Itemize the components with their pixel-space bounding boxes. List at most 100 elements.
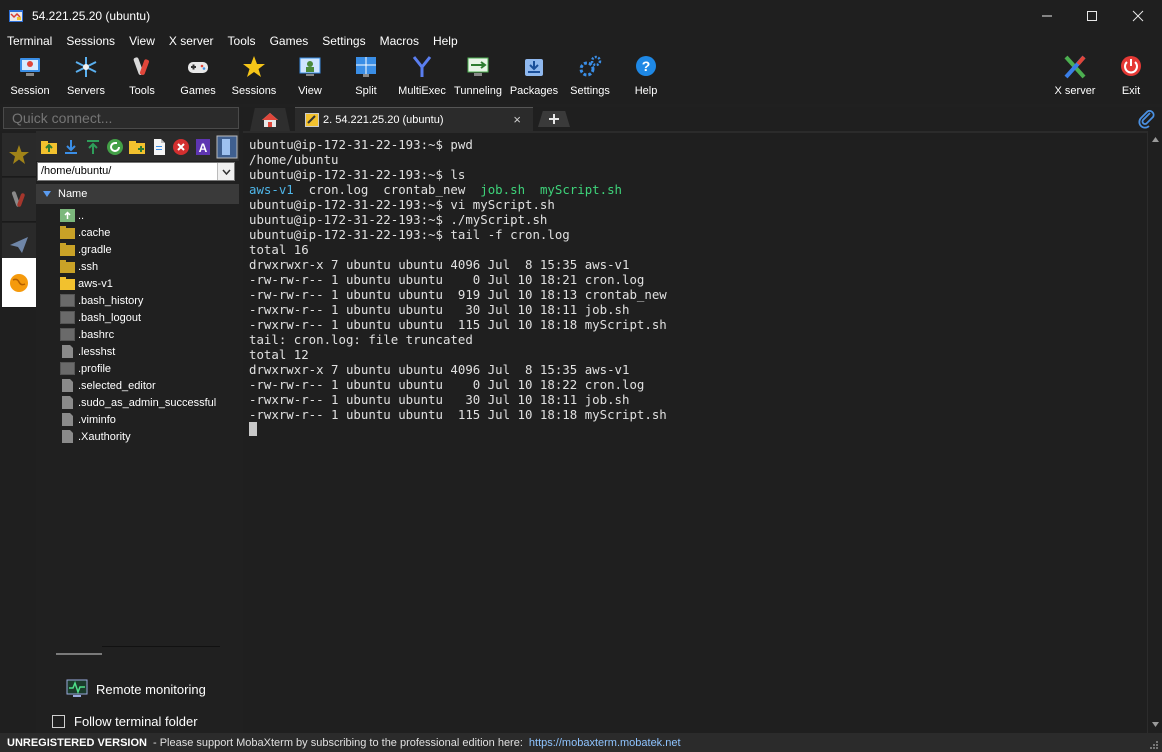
file-icon (60, 328, 75, 341)
delete-icon[interactable] (172, 138, 190, 156)
terminal-output[interactable]: ubuntu@ip-172-31-22-193:~$ pwd/home/ubun… (243, 131, 1147, 733)
file-list-item[interactable]: .lesshst (60, 343, 115, 360)
file-icon (60, 362, 75, 375)
view-button[interactable]: View (282, 52, 338, 102)
remote-monitoring-button[interactable]: Remote monitoring (66, 679, 206, 699)
help-icon: ? (636, 56, 656, 76)
divider (102, 646, 220, 647)
star-icon (243, 56, 265, 77)
support-message: - Please support MobaXterm by subscribin… (152, 736, 523, 749)
file-name: .lesshst (78, 345, 116, 358)
exit-button[interactable]: Exit (1103, 52, 1159, 102)
close-window-button[interactable] (1115, 0, 1161, 32)
file-list-item[interactable]: .cache (60, 224, 110, 241)
sessions-button[interactable]: Sessions (226, 52, 282, 102)
terminal-text: ubuntu@ip-172-31-22-193:~$ ls (249, 167, 466, 182)
menu-terminal[interactable]: Terminal (0, 34, 59, 48)
menu-games[interactable]: Games (263, 34, 316, 48)
help-button[interactable]: ? Help (618, 52, 674, 102)
file-list-item[interactable]: .. (60, 207, 84, 224)
menu-settings[interactable]: Settings (315, 34, 372, 48)
monitor-graph-icon (66, 679, 88, 697)
tab-session-ubuntu[interactable]: 2. 54.221.25.20 (ubuntu) × (295, 107, 533, 131)
refresh-icon[interactable] (106, 138, 124, 156)
menu-x-server[interactable]: X server (162, 34, 221, 48)
menu-macros[interactable]: Macros (373, 34, 426, 48)
terminal-text: -rwxrw-r-- 1 ubuntu ubuntu 30 Jul 10 18:… (249, 392, 630, 407)
folder-icon (60, 277, 75, 290)
tunneling-button[interactable]: Tunneling (450, 52, 506, 102)
split-button[interactable]: Split (338, 52, 394, 102)
menu-view[interactable]: View (122, 34, 162, 48)
scroll-down-icon[interactable] (1151, 720, 1160, 729)
home-tab[interactable] (250, 108, 290, 131)
file-list-item[interactable]: .ssh (60, 258, 98, 275)
main-toolbar: Session Servers Tools Games Sessions Vie… (0, 50, 1162, 104)
terminal-text: ubuntu@ip-172-31-22-193:~$ pwd (249, 137, 473, 152)
menu-help[interactable]: Help (426, 34, 465, 48)
file-list-item[interactable]: .gradle (60, 241, 112, 258)
file-list-item[interactable]: .selected_editor (60, 377, 156, 394)
sftp-path-input[interactable]: /home/ubuntu/ (37, 162, 235, 181)
tools-button[interactable]: Tools (114, 52, 170, 102)
settings-button[interactable]: Settings (562, 52, 618, 102)
side-tab-sessions[interactable] (2, 133, 36, 177)
name-column-header[interactable]: Name (36, 184, 239, 204)
file-list-item[interactable]: .viminfo (60, 411, 116, 428)
sftp-bookmark-icon[interactable] (216, 135, 238, 159)
file-list-item[interactable]: .bash_history (60, 292, 143, 309)
terminal-line: -rwxrw-r-- 1 ubuntu ubuntu 115 Jul 10 18… (249, 407, 1147, 422)
folder-icon (60, 260, 75, 273)
maximize-button[interactable] (1069, 0, 1115, 32)
menu-tools[interactable]: Tools (221, 34, 263, 48)
new-folder-icon[interactable] (128, 138, 146, 156)
terminal-text: -rw-rw-r-- 1 ubuntu ubuntu 0 Jul 10 18:2… (249, 272, 645, 287)
terminal-scrollbar[interactable] (1147, 131, 1162, 733)
terminal-text: -rwxrw-r-- 1 ubuntu ubuntu 115 Jul 10 18… (249, 317, 667, 332)
paperclip-icon[interactable] (1138, 109, 1156, 129)
file-list-item[interactable]: .profile (60, 360, 111, 377)
globe-icon (10, 273, 28, 292)
xserver-button[interactable]: X server (1047, 52, 1103, 102)
packages-button[interactable]: Packages (506, 52, 562, 102)
upload-icon[interactable] (84, 138, 102, 156)
file-name: .. (78, 209, 85, 222)
splitter-handle[interactable] (56, 653, 102, 655)
terminal-line: ubuntu@ip-172-31-22-193:~$ tail -f cron.… (249, 227, 1147, 242)
parent-folder-icon (60, 209, 75, 222)
mobaxterm-link[interactable]: https://mobaxterm.mobatek.net (529, 737, 681, 749)
file-list-item[interactable]: .sudo_as_admin_successful (60, 394, 216, 411)
file-list-item[interactable]: .bash_logout (60, 309, 141, 326)
file-icon (60, 413, 75, 426)
menu-bar: Terminal Sessions View X server Tools Ga… (0, 32, 1162, 50)
session-button[interactable]: Session (2, 52, 58, 102)
file-icon (60, 311, 75, 324)
follow-terminal-folder-checkbox[interactable]: Follow terminal folder (52, 714, 198, 729)
download-icon[interactable] (62, 138, 80, 156)
terminal-text: ubuntu@ip-172-31-22-193:~$ vi myScript.s… (249, 197, 555, 212)
multiexec-button[interactable]: MultiExec (394, 52, 450, 102)
file-list-item[interactable]: .Xauthority (60, 428, 131, 445)
side-tab-tools[interactable] (2, 178, 36, 222)
file-list-item[interactable]: aws-v1 (60, 275, 113, 292)
new-file-icon[interactable] (150, 138, 168, 156)
resize-grip-icon[interactable] (1149, 740, 1159, 750)
menu-sessions[interactable]: Sessions (59, 34, 122, 48)
path-dropdown-button[interactable] (217, 163, 234, 180)
sftp-bottom-panel: Remote monitoring Follow terminal folder (36, 643, 239, 733)
close-tab-icon[interactable]: × (513, 112, 521, 127)
scroll-up-icon[interactable] (1151, 135, 1160, 144)
quick-connect-input[interactable] (3, 107, 239, 129)
rename-icon[interactable]: A (194, 138, 212, 156)
minimize-button[interactable] (1024, 0, 1070, 32)
file-list-item[interactable]: .bashrc (60, 326, 114, 343)
side-tab-sftp[interactable] (2, 258, 36, 308)
file-icon (60, 430, 75, 443)
new-tab-button[interactable] (538, 111, 570, 127)
games-button[interactable]: Games (170, 52, 226, 102)
servers-button[interactable]: Servers (58, 52, 114, 102)
parent-folder-icon[interactable] (40, 138, 58, 156)
chevron-down-icon (221, 169, 231, 175)
checkbox-box[interactable] (52, 715, 65, 728)
file-name: .viminfo (78, 413, 116, 426)
